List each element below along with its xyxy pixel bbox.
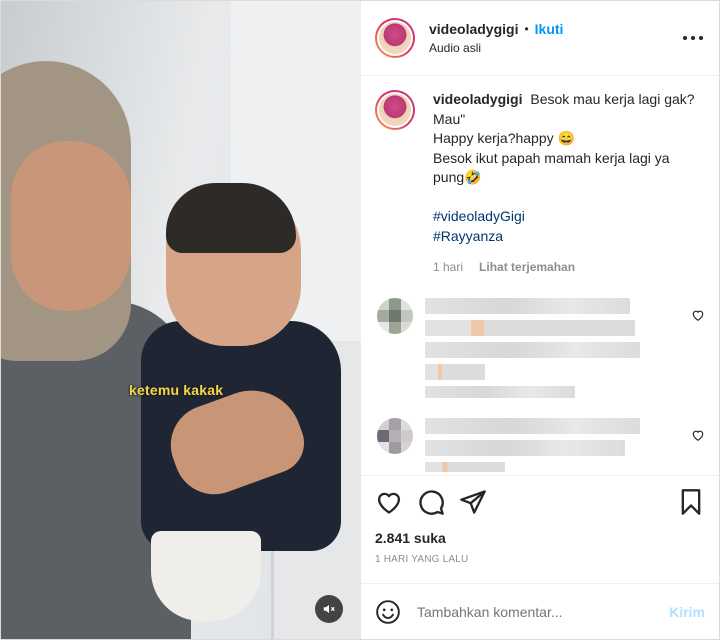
caption-author-avatar[interactable]: [375, 90, 415, 130]
more-dots-icon: [683, 36, 703, 40]
like-count[interactable]: 2.841 suka: [375, 530, 705, 546]
post-header: videoladygigi • Ikuti Audio asli: [361, 1, 719, 76]
caption-line-3: Besok ikut papah mamah kerja lagi ya pun…: [433, 149, 670, 186]
audio-label[interactable]: Audio asli: [429, 41, 681, 55]
action-icons-row: [375, 486, 705, 518]
hashtag-videoladygigi[interactable]: #videoladyGigi: [433, 207, 695, 227]
post-video[interactable]: ketemu kakak: [1, 1, 361, 639]
blurred-avatar[interactable]: [377, 417, 413, 454]
emoji-smiley-icon[interactable]: [375, 599, 401, 625]
header-text: videoladygigi • Ikuti Audio asli: [429, 21, 681, 55]
separator-dot: •: [524, 22, 529, 36]
comments-section: videoladygigi Besok mau kerja lagi gak? …: [361, 76, 719, 475]
blurred-avatar[interactable]: [377, 297, 413, 334]
speaker-mute-icon: [323, 604, 335, 614]
caption-text: videoladygigi Besok mau kerja lagi gak? …: [433, 90, 695, 278]
blurred-comment-text: [425, 297, 655, 404]
hashtag-rayyanza[interactable]: #Rayyanza: [433, 227, 695, 247]
save-bookmark-icon[interactable]: [677, 488, 705, 516]
more-options-button[interactable]: [681, 26, 705, 50]
caption-username[interactable]: videoladygigi: [433, 91, 522, 107]
caption-time[interactable]: 1 hari: [433, 258, 463, 278]
comment-like-heart-icon[interactable]: [691, 428, 705, 442]
post-side-panel: videoladygigi • Ikuti Audio asli videola…: [361, 1, 719, 639]
follow-button[interactable]: Ikuti: [535, 21, 564, 37]
see-translation-button[interactable]: Lihat terjemahan: [479, 258, 575, 278]
author-avatar[interactable]: [375, 18, 415, 58]
comment-item: [375, 297, 705, 404]
blurred-comment-text: [425, 417, 655, 476]
caption-line-2: Happy kerja?happy 😄: [433, 130, 575, 146]
comment-like-heart-icon[interactable]: [691, 308, 705, 322]
add-comment-bar: Kirim: [361, 583, 719, 639]
woman-face: [11, 141, 131, 311]
instagram-post-window: ketemu kakak videoladygigi • Ikuti Audio…: [0, 0, 720, 640]
comment-bubble-icon[interactable]: [417, 488, 445, 516]
comment-input[interactable]: [417, 603, 670, 620]
video-caption-overlay: ketemu kakak: [129, 382, 224, 398]
author-username[interactable]: videoladygigi: [429, 21, 518, 37]
post-actions: 2.841 suka 1 HARI YANG LALU: [361, 475, 719, 583]
sound-toggle-button[interactable]: [315, 595, 343, 623]
send-comment-button[interactable]: Kirim: [669, 604, 705, 620]
like-heart-icon[interactable]: [375, 488, 403, 516]
comment-item: [375, 417, 705, 476]
baby-diaper: [151, 531, 261, 621]
post-caption: videoladygigi Besok mau kerja lagi gak? …: [375, 90, 705, 278]
share-paper-plane-icon[interactable]: [459, 488, 487, 516]
caption-meta: 1 hari Lihat terjemahan: [433, 258, 695, 278]
post-timestamp[interactable]: 1 HARI YANG LALU: [375, 554, 705, 565]
